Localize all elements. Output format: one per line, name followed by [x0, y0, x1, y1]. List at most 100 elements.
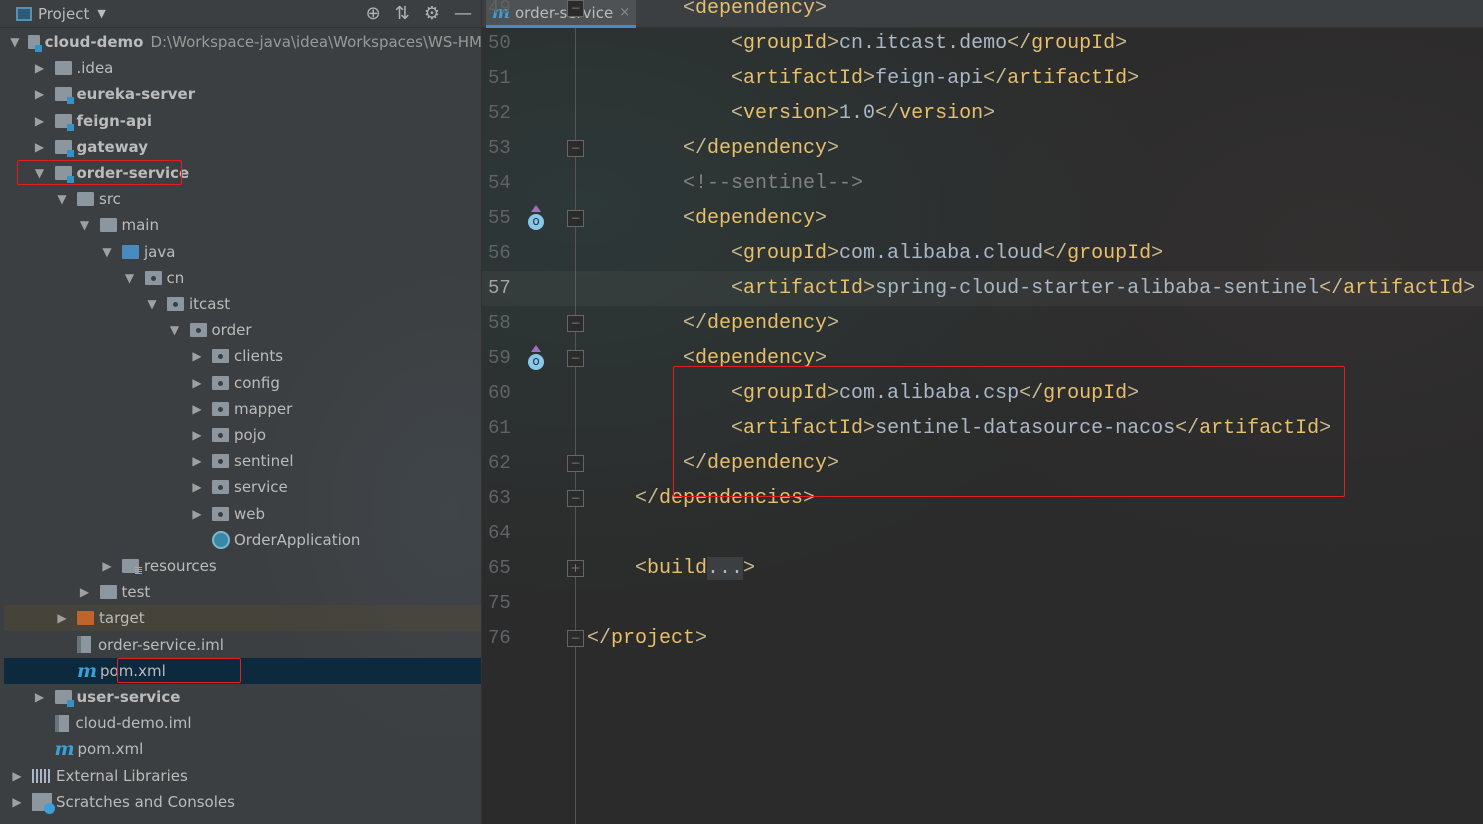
tree-item[interactable]: ▶ mapper — [4, 396, 481, 422]
tree-item[interactable]: cloud-demo.iml — [4, 710, 481, 736]
tree-item[interactable]: ▼ src — [4, 186, 481, 212]
tree-item[interactable]: ▶ config — [4, 370, 481, 396]
line-number: 63 — [488, 487, 511, 509]
tree-item[interactable]: OrderApplication — [4, 527, 481, 553]
chevron-right-icon[interactable]: ▶ — [33, 140, 47, 154]
fold-collapse-icon[interactable]: − — [567, 0, 584, 17]
tree-item[interactable]: order-service.iml — [4, 632, 481, 658]
tree-item-label: pom.xml — [77, 740, 144, 759]
chevron-right-icon[interactable]: ▶ — [33, 87, 47, 101]
tree-item[interactable]: m pom.xml — [4, 657, 481, 684]
chevron-right-icon[interactable]: ▶ — [10, 769, 24, 783]
tree-item[interactable]: ▶ resources — [4, 553, 481, 579]
tree-item-label: order — [211, 321, 252, 340]
fold-collapse-icon[interactable]: − — [567, 630, 584, 647]
chevron-down-icon[interactable]: ▼ — [78, 218, 92, 232]
code-line[interactable]: 75 — [482, 586, 1483, 621]
tree-item[interactable]: ▶ sentinel — [4, 448, 481, 474]
tree-item[interactable]: m pom.xml — [4, 736, 481, 762]
code-text: <version>1.0</version> — [731, 96, 995, 131]
editor[interactable]: m order-service × 49− <dependency> 50 <grou… — [482, 0, 1483, 824]
minimize-icon[interactable]: — — [454, 3, 472, 24]
chevron-right-icon[interactable]: ▶ — [78, 585, 92, 599]
tree-item[interactable]: ▶ web — [4, 501, 481, 527]
tree-item[interactable]: ▶ target — [4, 605, 481, 632]
line-number: 56 — [488, 242, 511, 264]
chevron-down-icon[interactable]: ▼ — [123, 271, 137, 285]
code-line[interactable]: 50 <groupId>cn.itcast.demo</groupId> — [482, 26, 1483, 61]
tag-name: groupId — [1067, 242, 1152, 265]
code-line[interactable]: 57 <artifactId>spring-cloud-starter-aliba… — [482, 271, 1483, 306]
override-gutter-icon[interactable] — [528, 205, 544, 231]
chevron-right-icon[interactable]: ▶ — [33, 61, 47, 75]
chevron-right-icon[interactable]: ▶ — [55, 611, 69, 625]
chevron-down-icon[interactable]: ▼ — [55, 192, 69, 206]
tree-item[interactable]: ▼ order — [4, 317, 481, 343]
chevron-right-icon[interactable]: ▶ — [190, 507, 204, 521]
code-line[interactable]: 54 <!--sentinel--> — [482, 166, 1483, 201]
tree-item[interactable]: ▶ eureka-server — [4, 81, 481, 107]
chevron-right-icon[interactable]: ▶ — [10, 795, 24, 809]
code-line[interactable]: 52 <version>1.0</version> — [482, 96, 1483, 131]
code-line[interactable]: 51 <artifactId>feign-api</artifactId> — [482, 61, 1483, 96]
code-line[interactable]: 53 − </dependency> — [482, 131, 1483, 166]
code-line[interactable]: 64 — [482, 516, 1483, 551]
chevron-right-icon[interactable]: ▶ — [190, 402, 204, 416]
line-number: 60 — [488, 382, 511, 404]
tree-item[interactable]: ▶ .idea — [4, 55, 481, 81]
chevron-right-icon[interactable]: ▶ — [100, 559, 114, 573]
gear-icon[interactable]: ⚙ — [424, 3, 440, 24]
tree-item[interactable]: ▼ cn — [4, 265, 481, 291]
text-value: spring-cloud-starter-alibaba-sentinel — [875, 277, 1320, 300]
tag-bracket: < — [731, 277, 744, 300]
tree-item[interactable]: ▼ cloud-demo D:\Workspace-java\idea\Worksp… — [4, 29, 481, 55]
tree-item[interactable]: ▼ itcast — [4, 291, 481, 317]
chevron-down-icon[interactable]: ▼ — [145, 297, 159, 311]
tree-item[interactable]: ▶ user-service — [4, 684, 481, 710]
tree-item[interactable]: ▶ External Libraries — [4, 763, 481, 789]
project-panel: Project ▼ ⊕ ⇅ ⚙ — ▼ cloud-demo D:\Workspac… — [0, 0, 482, 824]
code-line[interactable]: 56 <groupId>com.alibaba.cloud</groupId> — [482, 236, 1483, 271]
code-line[interactable]: 49 − <dependency> — [482, 0, 1483, 26]
fold-collapse-icon[interactable]: − — [567, 210, 584, 227]
chevron-right-icon[interactable]: ▶ — [190, 480, 204, 494]
locate-icon[interactable]: ⊕ — [366, 3, 381, 24]
chevron-down-icon[interactable]: ▼ — [97, 7, 105, 20]
spring-boot-app-icon — [212, 530, 230, 549]
chevron-down-icon[interactable]: ▼ — [10, 35, 20, 49]
tree-item[interactable]: ▶ test — [4, 579, 481, 605]
tree-item-label: itcast — [189, 295, 231, 313]
code-line[interactable]: 76 − </project> — [482, 621, 1483, 656]
tree-item[interactable]: ▼ main — [4, 212, 481, 238]
tree-item[interactable]: ▶ gateway — [4, 134, 481, 160]
fold-collapse-icon[interactable]: − — [567, 350, 584, 367]
chevron-right-icon[interactable]: ▶ — [190, 376, 204, 390]
tag-name: artifactId — [743, 277, 864, 300]
chevron-down-icon[interactable]: ▼ — [168, 323, 182, 337]
chevron-right-icon[interactable]: ▶ — [190, 349, 204, 363]
code-line[interactable]: 55 − <dependency> — [482, 201, 1483, 236]
code-line[interactable]: 58 − </dependency> — [482, 306, 1483, 341]
chevron-right-icon[interactable]: ▶ — [33, 690, 47, 704]
tree-item[interactable]: ▶ feign-api — [4, 108, 481, 134]
collapsed-region[interactable]: ... — [707, 557, 744, 580]
tree-item[interactable]: ▼ java — [4, 239, 481, 265]
tree-item[interactable]: ▶ clients — [4, 343, 481, 369]
project-view-dropdown[interactable]: Project — [38, 5, 89, 23]
tree-item[interactable]: ▶ service — [4, 474, 481, 500]
override-gutter-icon[interactable] — [528, 345, 544, 371]
chevron-down-icon[interactable]: ▼ — [100, 245, 114, 259]
fold-collapse-icon[interactable]: − — [567, 140, 584, 157]
tree-item[interactable]: ▶ Scratches and Consoles — [4, 789, 481, 815]
fold-collapse-icon[interactable]: − — [567, 490, 584, 507]
chevron-right-icon[interactable]: ▶ — [190, 454, 204, 468]
collapse-icon[interactable]: ⇅ — [395, 3, 410, 24]
tree-item[interactable]: ▶ pojo — [4, 422, 481, 448]
fold-collapse-icon[interactable]: − — [567, 315, 584, 332]
tree-item-label: user-service — [76, 688, 181, 706]
code-line[interactable]: 65 + <build...> — [482, 551, 1483, 586]
chevron-right-icon[interactable]: ▶ — [190, 428, 204, 442]
fold-collapse-icon[interactable]: − — [567, 455, 584, 472]
chevron-right-icon[interactable]: ▶ — [33, 114, 47, 128]
fold-expand-icon[interactable]: + — [567, 560, 584, 577]
